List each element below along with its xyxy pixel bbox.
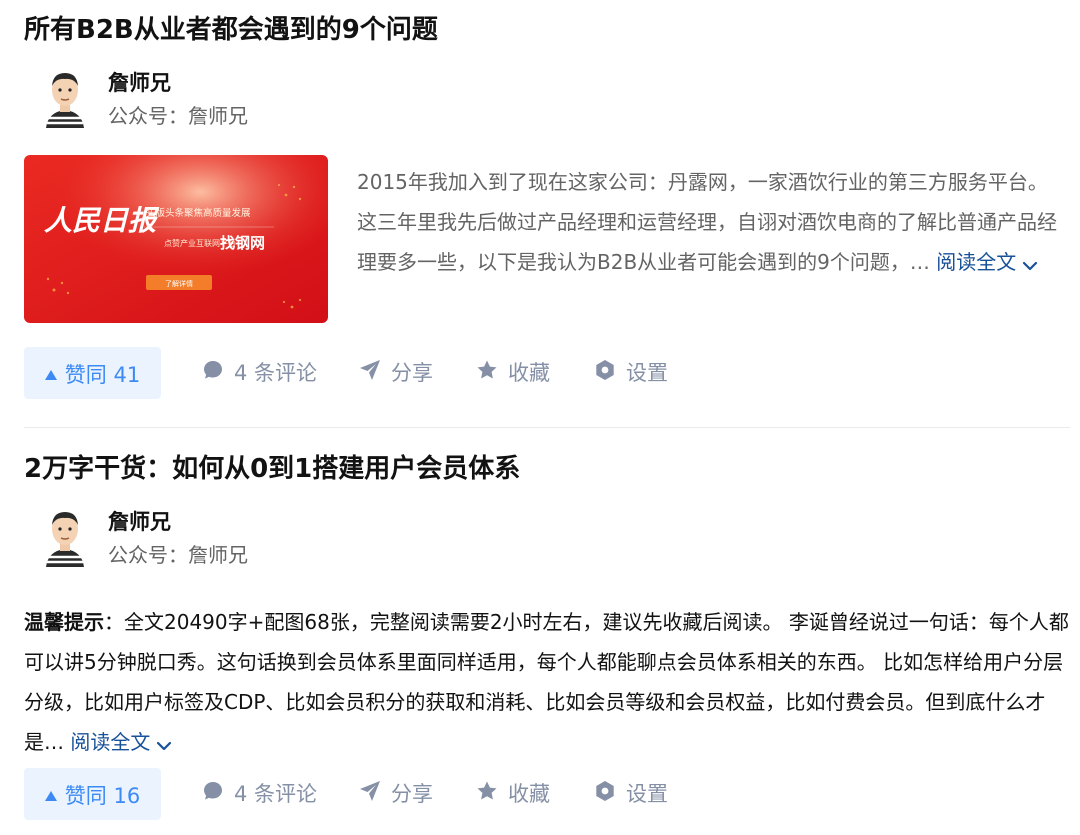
thumbnail-button: 了解详情 (165, 279, 193, 288)
author-name[interactable]: 詹师兄 (108, 507, 171, 537)
settings-label: 设置 (626, 782, 668, 806)
thumbnail-brand: 找钢网 (220, 234, 265, 252)
action-bar: 赞同 41 4 条评论 分享 收藏 设置 (24, 347, 1070, 399)
share-label: 分享 (391, 361, 433, 385)
gear-icon (594, 769, 616, 821)
star-icon (476, 348, 498, 400)
share-button[interactable]: 分享 (359, 768, 433, 820)
thumbnail-line1: 头版头条聚焦高质量发展 (146, 207, 251, 219)
article-card: 2万字干货：如何从0到1搭建用户会员体系 詹师兄 公众号：詹师兄 温馨提示：全文… (24, 427, 1070, 835)
author-description: 公众号：詹师兄 (108, 104, 248, 128)
author-description: 公众号：詹师兄 (108, 543, 248, 567)
author-info: 詹师兄 公众号：詹师兄 (34, 505, 534, 567)
article-title[interactable]: 2万字干货：如何从0到1搭建用户会员体系 (24, 451, 520, 487)
vote-count: 赞同 16 (64, 784, 141, 808)
article-title[interactable]: 所有B2B从业者都会遇到的9个问题 (24, 12, 438, 48)
article-card: 所有B2B从业者都会遇到的9个问题 詹师兄 公众号：詹师兄 人民日报 头版头条聚… (24, 0, 1070, 428)
favorite-label: 收藏 (508, 782, 550, 806)
author-info: 詹师兄 公众号：詹师兄 (34, 66, 534, 128)
vote-up-button[interactable]: 赞同 16 (24, 768, 161, 820)
share-label: 分享 (391, 782, 433, 806)
article-excerpt[interactable]: 温馨提示：全文20490字+配图68张，完整阅读需要2小时左右，建议先收藏后阅读… (24, 602, 1070, 764)
read-more-label: 阅读全文 (936, 250, 1017, 274)
vote-up-icon (44, 768, 57, 820)
thumbnail-logo-text: 人民日报 (44, 204, 160, 237)
chevron-down-icon (1022, 244, 1038, 284)
favorite-label: 收藏 (508, 361, 550, 385)
author-name[interactable]: 詹师兄 (108, 68, 171, 98)
comment-count: 4 条评论 (234, 782, 318, 806)
vote-up-button[interactable]: 赞同 41 (24, 347, 161, 399)
gear-icon (594, 348, 616, 400)
read-more-label: 阅读全文 (70, 730, 151, 754)
vote-count: 赞同 41 (64, 363, 141, 387)
comment-icon (202, 348, 224, 400)
excerpt-text: ：全文20490字+配图68张，完整阅读需要2小时左右，建议先收藏后阅读。 李诞… (24, 610, 1069, 754)
settings-button[interactable]: 设置 (594, 347, 668, 399)
avatar[interactable] (34, 505, 96, 567)
read-more-link[interactable]: 阅读全文 (70, 730, 172, 754)
vote-up-icon (44, 347, 57, 399)
favorite-button[interactable]: 收藏 (476, 347, 550, 399)
article-excerpt[interactable]: 2015年我加入到了现在这家公司：丹露网，一家酒饮行业的第三方服务平台。 这三年… (357, 162, 1067, 284)
article-feed: 所有B2B从业者都会遇到的9个问题 詹师兄 公众号：詹师兄 人民日报 头版头条聚… (0, 0, 1080, 835)
read-more-link[interactable]: 阅读全文 (936, 250, 1038, 274)
action-bar: 赞同 16 4 条评论 分享 收藏 设置 (24, 768, 1070, 820)
comment-icon (202, 769, 224, 821)
avatar[interactable] (34, 66, 96, 128)
settings-label: 设置 (626, 361, 668, 385)
star-icon (476, 769, 498, 821)
favorite-button[interactable]: 收藏 (476, 768, 550, 820)
share-icon (359, 348, 381, 400)
share-button[interactable]: 分享 (359, 347, 433, 399)
article-thumbnail[interactable]: 人民日报 头版头条聚焦高质量发展 点赞产业互联网平台 找钢网 了解详情 (24, 155, 328, 323)
chevron-down-icon (156, 724, 172, 764)
comment-count: 4 条评论 (234, 361, 318, 385)
share-icon (359, 769, 381, 821)
comment-button[interactable]: 4 条评论 (202, 768, 317, 820)
settings-button[interactable]: 设置 (594, 768, 668, 820)
excerpt-prefix: 温馨提示 (24, 610, 104, 634)
comment-button[interactable]: 4 条评论 (202, 347, 317, 399)
